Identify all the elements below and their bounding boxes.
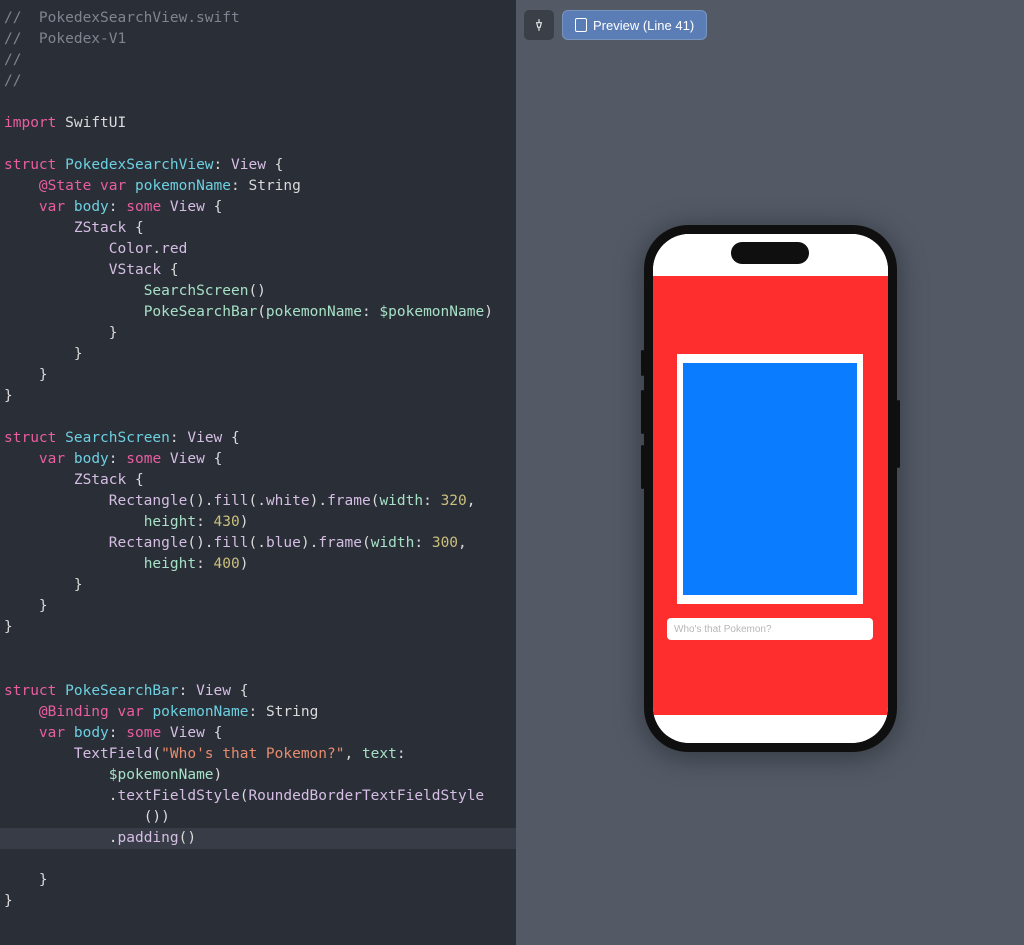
type-name: PokedexSearchView — [65, 157, 213, 173]
red-background: Who's that Pokemon? — [653, 276, 888, 715]
source-code[interactable]: // PokedexSearchView.swift // Pokedex-V1… — [4, 8, 512, 945]
preview-button[interactable]: Preview (Line 41) — [562, 10, 707, 40]
dynamic-island — [731, 242, 809, 264]
search-textfield[interactable]: Who's that Pokemon? — [667, 618, 873, 640]
app-content: Who's that Pokemon? — [653, 234, 888, 743]
phone-screen[interactable]: Who's that Pokemon? — [653, 234, 888, 743]
comment-line: // — [4, 73, 21, 89]
comment-line: // — [4, 52, 21, 68]
property-wrapper: @State — [39, 178, 91, 194]
pin-icon — [532, 18, 546, 32]
type-name: PokeSearchBar — [65, 683, 179, 699]
preview-toolbar: Preview (Line 41) — [516, 0, 1024, 50]
keyword: struct — [4, 157, 56, 173]
phone-frame: Who's that Pokemon? — [644, 225, 897, 752]
code-editor[interactable]: // PokedexSearchView.swift // Pokedex-V1… — [0, 0, 516, 945]
preview-pane: Preview (Line 41) Who's that Pokemon? — [516, 0, 1024, 945]
comment-line: // PokedexSearchView.swift — [4, 10, 240, 26]
phone-simulator: Who's that Pokemon? — [644, 225, 897, 752]
phone-side-button — [641, 445, 644, 489]
property-wrapper: @Binding — [39, 704, 109, 720]
device-icon — [575, 18, 587, 32]
search-placeholder: Who's that Pokemon? — [674, 624, 772, 635]
type-name: SearchScreen — [65, 430, 170, 446]
home-indicator-area — [653, 715, 888, 743]
white-rectangle — [677, 354, 863, 604]
phone-side-button — [641, 350, 644, 376]
phone-side-button — [641, 390, 644, 434]
preview-button-label: Preview (Line 41) — [593, 18, 694, 33]
keyword: import — [4, 115, 56, 131]
blue-rectangle — [683, 363, 857, 595]
comment-line: // Pokedex-V1 — [4, 31, 126, 47]
pin-button[interactable] — [524, 10, 554, 40]
phone-side-button — [897, 400, 900, 468]
